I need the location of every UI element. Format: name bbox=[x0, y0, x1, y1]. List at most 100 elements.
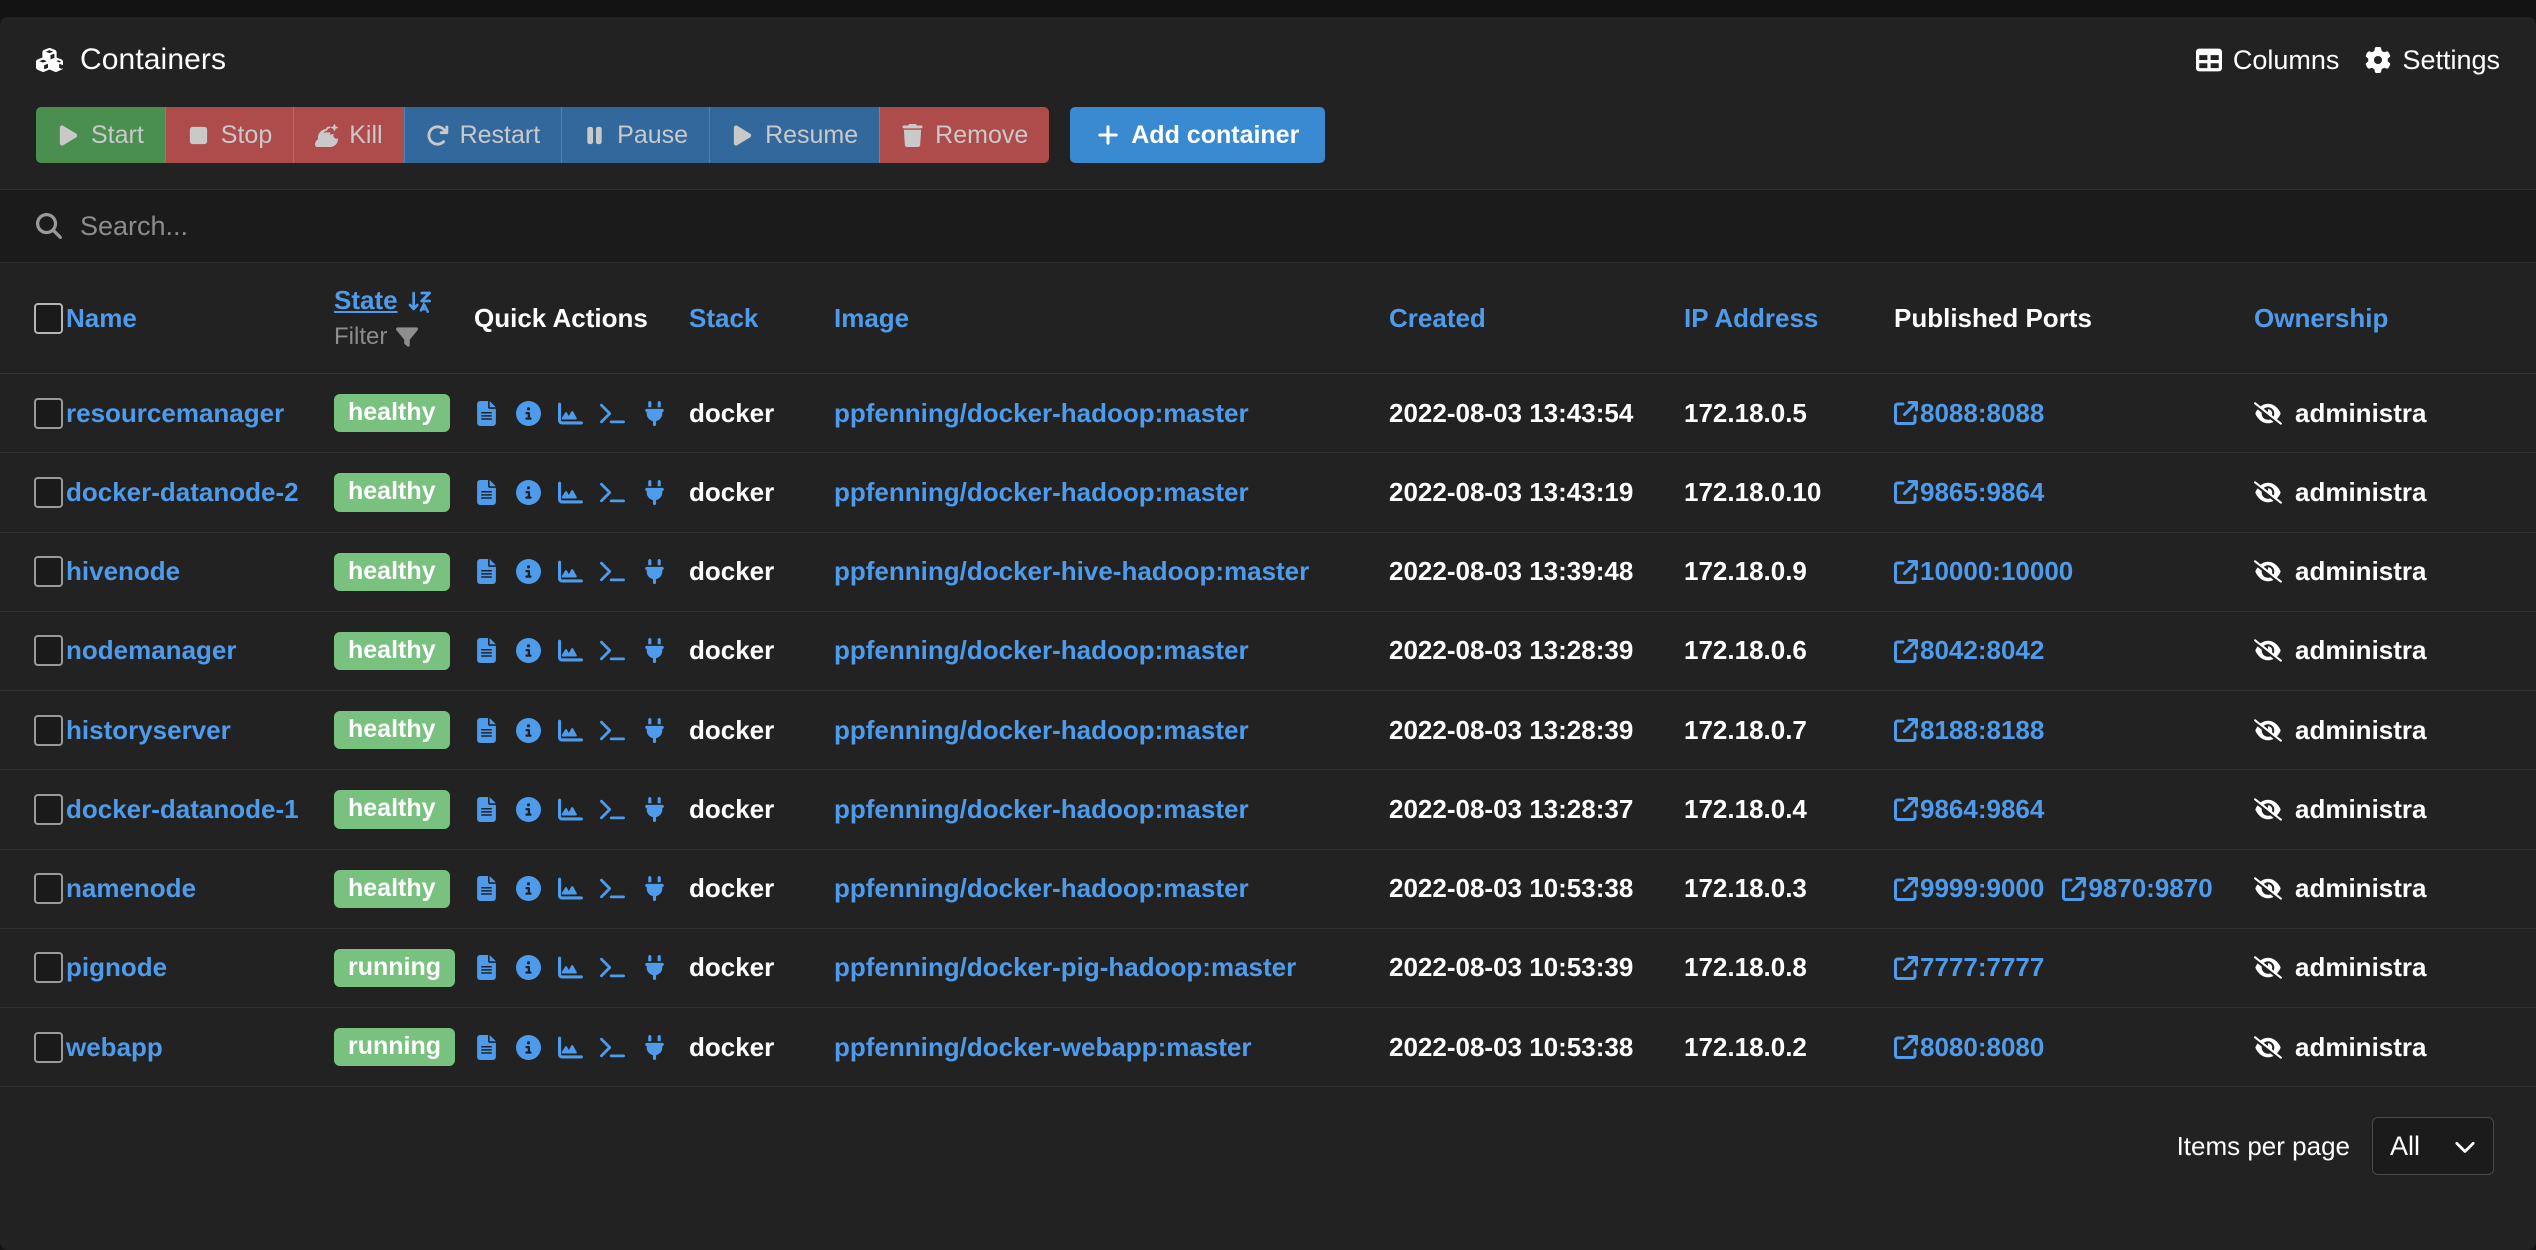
chart-area-icon[interactable] bbox=[558, 876, 583, 901]
terminal-icon[interactable] bbox=[600, 480, 625, 505]
terminal-icon[interactable] bbox=[600, 955, 625, 980]
published-port-link[interactable]: 9999:9000 bbox=[1894, 873, 2044, 904]
search-input[interactable] bbox=[78, 209, 678, 243]
row-checkbox[interactable] bbox=[34, 714, 63, 746]
add-container-button[interactable]: Add container bbox=[1070, 107, 1326, 163]
chart-area-icon[interactable] bbox=[558, 401, 583, 426]
chart-area-icon[interactable] bbox=[558, 797, 583, 822]
chart-area-icon[interactable] bbox=[558, 559, 583, 584]
chart-area-icon[interactable] bbox=[558, 480, 583, 505]
start-button[interactable]: Start bbox=[36, 107, 165, 163]
select-all-checkbox[interactable] bbox=[34, 302, 63, 334]
pause-button[interactable]: Pause bbox=[561, 107, 710, 163]
filter-state-button[interactable]: Filter bbox=[334, 323, 474, 351]
terminal-icon[interactable] bbox=[600, 1035, 625, 1060]
file-lines-icon[interactable] bbox=[474, 638, 499, 664]
terminal-icon[interactable] bbox=[600, 401, 625, 426]
container-name-link[interactable]: hivenode bbox=[66, 556, 180, 586]
info-circle-icon[interactable] bbox=[516, 796, 541, 822]
published-port-link[interactable]: 8188:8188 bbox=[1894, 715, 2044, 746]
sort-stack-button[interactable]: Stack bbox=[689, 303, 834, 334]
terminal-icon[interactable] bbox=[600, 559, 625, 584]
file-lines-icon[interactable] bbox=[474, 876, 499, 902]
sort-name-button[interactable]: Name bbox=[66, 303, 334, 334]
plug-icon[interactable] bbox=[642, 400, 667, 426]
row-checkbox[interactable] bbox=[34, 793, 63, 825]
row-checkbox[interactable] bbox=[34, 556, 63, 588]
file-lines-icon[interactable] bbox=[474, 1034, 499, 1060]
terminal-icon[interactable] bbox=[600, 797, 625, 822]
columns-button[interactable]: Columns bbox=[2195, 45, 2339, 76]
info-circle-icon[interactable] bbox=[516, 955, 541, 981]
image-link[interactable]: ppfenning/docker-hadoop:master bbox=[834, 477, 1249, 507]
image-link[interactable]: ppfenning/docker-hadoop:master bbox=[834, 635, 1249, 665]
chart-area-icon[interactable] bbox=[558, 955, 583, 980]
container-name-link[interactable]: namenode bbox=[66, 873, 196, 903]
sort-ownership-button[interactable]: Ownership bbox=[2254, 303, 2536, 334]
published-port-link[interactable]: 9864:9864 bbox=[1894, 794, 2044, 825]
stop-button[interactable]: Stop bbox=[164, 107, 294, 163]
row-checkbox[interactable] bbox=[34, 873, 63, 905]
file-lines-icon[interactable] bbox=[474, 717, 499, 743]
plug-icon[interactable] bbox=[642, 955, 667, 981]
published-port-link[interactable]: 9870:9870 bbox=[2062, 873, 2213, 904]
terminal-icon[interactable] bbox=[600, 718, 625, 743]
row-checkbox[interactable] bbox=[34, 1031, 63, 1063]
file-lines-icon[interactable] bbox=[474, 796, 499, 822]
published-port-link[interactable]: 8088:8088 bbox=[1894, 398, 2044, 429]
plug-icon[interactable] bbox=[642, 717, 667, 743]
info-circle-icon[interactable] bbox=[516, 717, 541, 743]
image-link[interactable]: ppfenning/docker-pig-hadoop:master bbox=[834, 952, 1296, 982]
image-link[interactable]: ppfenning/docker-hive-hadoop:master bbox=[834, 556, 1309, 586]
remove-button[interactable]: Remove bbox=[879, 107, 1050, 163]
settings-button[interactable]: Settings bbox=[2365, 45, 2500, 76]
published-port-link[interactable]: 8080:8080 bbox=[1894, 1032, 2044, 1063]
published-port-link[interactable]: 7777:7777 bbox=[1894, 952, 2044, 983]
plug-icon[interactable] bbox=[642, 479, 667, 505]
container-name-link[interactable]: historyserver bbox=[66, 715, 231, 745]
info-circle-icon[interactable] bbox=[516, 1034, 541, 1060]
info-circle-icon[interactable] bbox=[516, 479, 541, 505]
row-checkbox[interactable] bbox=[34, 397, 63, 429]
container-name-link[interactable]: nodemanager bbox=[66, 635, 237, 665]
sort-ip-button[interactable]: IP Address bbox=[1684, 303, 1894, 334]
sort-image-button[interactable]: Image bbox=[834, 303, 1389, 334]
info-circle-icon[interactable] bbox=[516, 559, 541, 585]
container-name-link[interactable]: webapp bbox=[66, 1032, 163, 1062]
plug-icon[interactable] bbox=[642, 559, 667, 585]
file-lines-icon[interactable] bbox=[474, 400, 499, 426]
row-checkbox[interactable] bbox=[34, 476, 63, 508]
plug-icon[interactable] bbox=[642, 796, 667, 822]
image-link[interactable]: ppfenning/docker-hadoop:master bbox=[834, 715, 1249, 745]
row-checkbox[interactable] bbox=[34, 635, 63, 667]
image-link[interactable]: ppfenning/docker-hadoop:master bbox=[834, 794, 1249, 824]
file-lines-icon[interactable] bbox=[474, 955, 499, 981]
plug-icon[interactable] bbox=[642, 638, 667, 664]
container-name-link[interactable]: pignode bbox=[66, 952, 167, 982]
image-link[interactable]: ppfenning/docker-hadoop:master bbox=[834, 398, 1249, 428]
info-circle-icon[interactable] bbox=[516, 400, 541, 426]
file-lines-icon[interactable] bbox=[474, 559, 499, 585]
image-link[interactable]: ppfenning/docker-webapp:master bbox=[834, 1032, 1252, 1062]
terminal-icon[interactable] bbox=[600, 638, 625, 663]
published-port-link[interactable]: 8042:8042 bbox=[1894, 635, 2044, 666]
plug-icon[interactable] bbox=[642, 1034, 667, 1060]
restart-button[interactable]: Restart bbox=[403, 107, 562, 163]
container-name-link[interactable]: docker-datanode-2 bbox=[66, 477, 299, 507]
published-port-link[interactable]: 9865:9864 bbox=[1894, 477, 2044, 508]
kill-button[interactable]: Kill bbox=[293, 107, 404, 163]
sort-state-button[interactable]: State bbox=[334, 285, 474, 316]
resume-button[interactable]: Resume bbox=[709, 107, 880, 163]
sort-created-button[interactable]: Created bbox=[1389, 303, 1684, 334]
published-port-link[interactable]: 10000:10000 bbox=[1894, 556, 2073, 587]
container-name-link[interactable]: resourcemanager bbox=[66, 398, 284, 428]
image-link[interactable]: ppfenning/docker-hadoop:master bbox=[834, 873, 1249, 903]
terminal-icon[interactable] bbox=[600, 876, 625, 901]
file-lines-icon[interactable] bbox=[474, 479, 499, 505]
info-circle-icon[interactable] bbox=[516, 876, 541, 902]
items-per-page-select[interactable]: All bbox=[2372, 1117, 2494, 1176]
info-circle-icon[interactable] bbox=[516, 638, 541, 664]
chart-area-icon[interactable] bbox=[558, 638, 583, 663]
chart-area-icon[interactable] bbox=[558, 718, 583, 743]
plug-icon[interactable] bbox=[642, 876, 667, 902]
